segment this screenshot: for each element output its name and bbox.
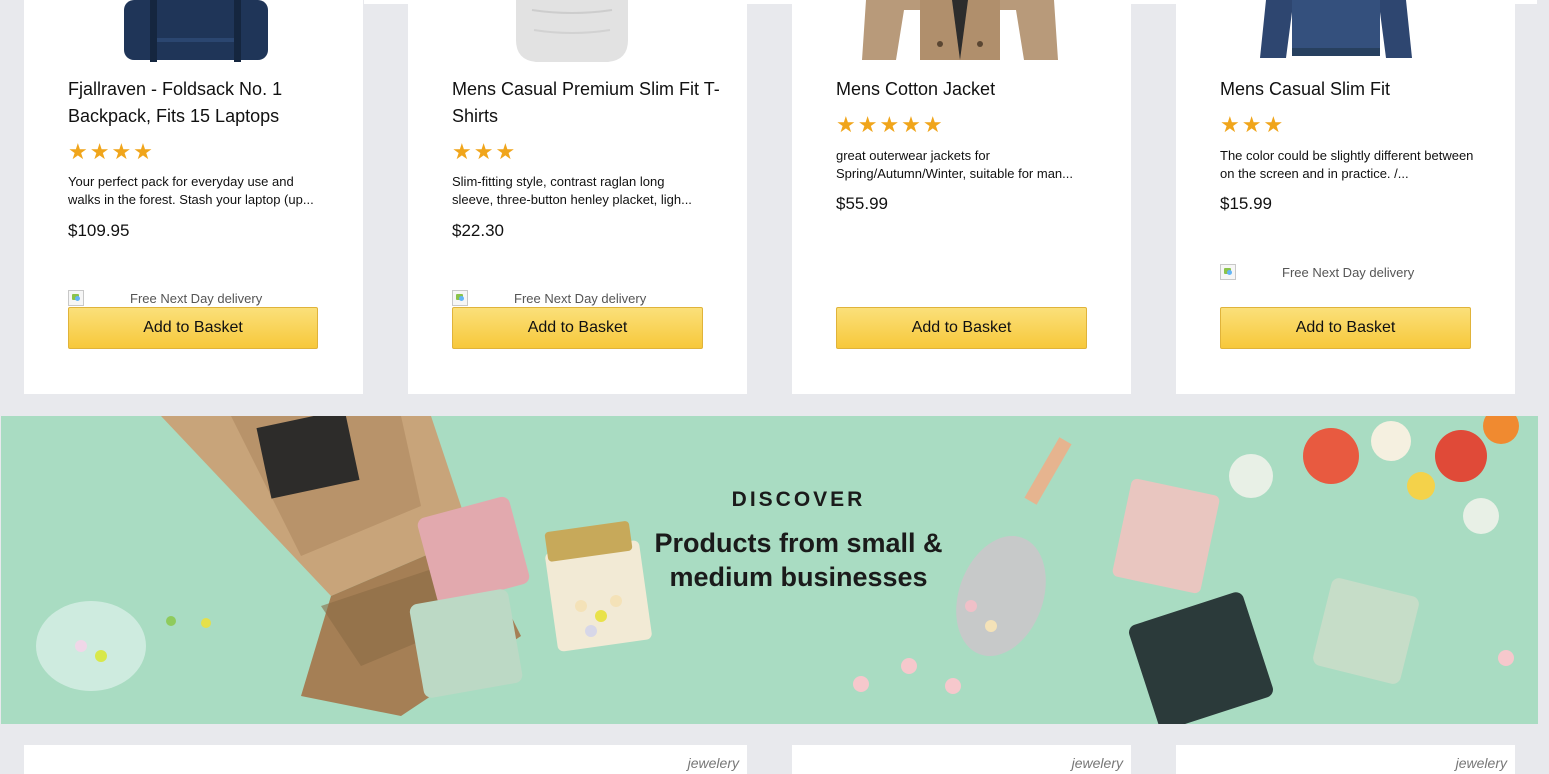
- product-title[interactable]: Mens Casual Slim Fit: [1220, 76, 1490, 103]
- category-label: jewelery: [687, 755, 739, 771]
- rating-stars: ★★★: [1220, 112, 1286, 137]
- promo-banner[interactable]: DISCOVER Products from small & medium bu…: [1, 416, 1538, 724]
- product-price: $22.30: [452, 221, 504, 240]
- product-card: jewelery: [24, 745, 747, 774]
- product-card: Fjallraven - Foldsack No. 1 Backpack, Fi…: [24, 0, 363, 394]
- product-card: Mens Cotton Jacket ★★★★★ great outerwear…: [792, 0, 1131, 394]
- tshirt-image[interactable]: [512, 0, 632, 62]
- delivery-text: Free Next Day delivery: [514, 291, 647, 306]
- product-card: jewelery: [1176, 745, 1515, 774]
- glass-jar: [36, 601, 146, 691]
- product-price: $55.99: [836, 194, 888, 213]
- banner-text: DISCOVER Products from small & medium bu…: [651, 488, 946, 594]
- rating-stars: ★★★★: [68, 139, 155, 164]
- product-description: great outerwear jackets for Spring/Autum…: [836, 148, 1073, 181]
- add-to-basket-button[interactable]: Add to Basket: [452, 307, 703, 349]
- product-card: Mens Casual Premium Slim Fit T-Shirts ★★…: [408, 0, 747, 394]
- product-card: jewelery: [792, 745, 1131, 774]
- category-label: jewelery: [1071, 755, 1123, 771]
- delivery-icon: [68, 290, 84, 306]
- sweater-image[interactable]: [1256, 0, 1416, 62]
- metal-scoop: [956, 535, 1046, 657]
- delivery-text: Free Next Day delivery: [1282, 265, 1415, 280]
- product-price: $15.99: [1220, 194, 1272, 213]
- patterned-tin: [1129, 592, 1273, 724]
- product-title[interactable]: Mens Cotton Jacket: [836, 76, 1106, 103]
- product-description: The color could be slightly different be…: [1220, 148, 1474, 181]
- product-description: Slim-fitting style, contrast raglan long…: [452, 174, 692, 207]
- pink-tin-right: [1112, 478, 1220, 594]
- delivery-info: Free Next Day delivery: [68, 290, 262, 307]
- flower-bouquet: [1229, 416, 1519, 534]
- delivery-icon: [452, 290, 468, 306]
- delivery-info: Free Next Day delivery: [1220, 264, 1414, 281]
- banner-headline: Products from small & medium businesses: [654, 528, 943, 592]
- add-to-basket-button[interactable]: Add to Basket: [836, 307, 1087, 349]
- product-price: $109.95: [68, 221, 130, 240]
- delivery-info: Free Next Day delivery: [452, 290, 646, 307]
- banner-eyebrow: DISCOVER: [731, 488, 866, 511]
- product-title[interactable]: Fjallraven - Foldsack No. 1 Backpack, Fi…: [68, 76, 338, 130]
- product-title[interactable]: Mens Casual Premium Slim Fit T-Shirts: [452, 76, 722, 130]
- category-label: jewelery: [1455, 755, 1507, 771]
- green-tin: [409, 589, 523, 698]
- delivery-icon: [1220, 264, 1236, 280]
- jacket-image[interactable]: [860, 0, 1060, 62]
- delivery-text: Free Next Day delivery: [130, 291, 263, 306]
- add-to-basket-button[interactable]: Add to Basket: [1220, 307, 1471, 349]
- rating-stars: ★★★★★: [836, 112, 945, 137]
- product-description: Your perfect pack for everyday use and w…: [68, 174, 314, 207]
- add-to-basket-button[interactable]: Add to Basket: [68, 307, 318, 349]
- green-tin-right: [1313, 578, 1419, 684]
- rating-stars: ★★★: [452, 139, 518, 164]
- backpack-image[interactable]: [122, 0, 272, 62]
- product-card: Mens Casual Slim Fit ★★★ The color could…: [1176, 0, 1515, 394]
